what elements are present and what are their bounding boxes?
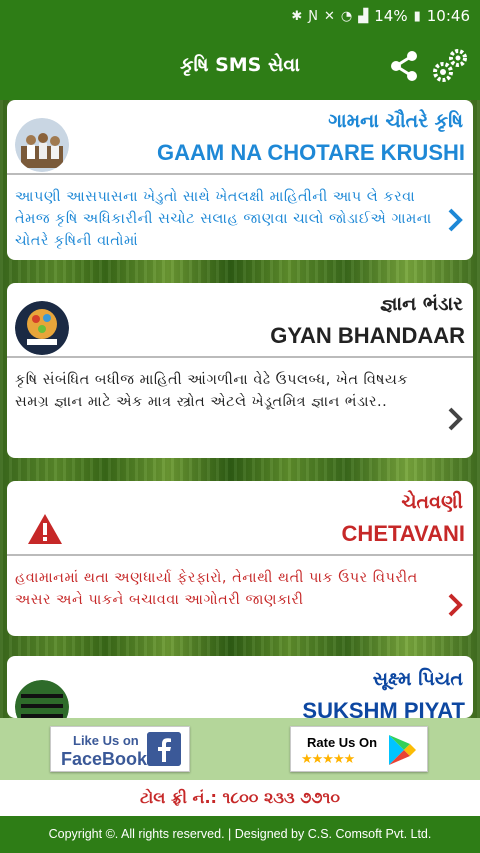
mute-icon: ✕ [324,8,335,24]
battery-icon: ▮ [413,8,421,24]
rate-button-line1: Rate Us On [307,735,378,750]
toll-free-number[interactable]: ટોલ ફ્રી નં.: ૧૮૦૦ ૨૩૩ ૭૭૧૦ [0,780,480,816]
bottom-action-bar: Like Us on FaceBook Rate Us On ★★★★★ [0,718,480,780]
card-title-english: GAAM NA CHOTARE KRUSHI [157,140,465,165]
like-facebook-button[interactable]: Like Us on FaceBook [50,726,190,772]
facebook-icon [147,732,181,766]
rate-us-button[interactable]: Rate Us On ★★★★★ [290,726,428,772]
chevron-right-icon[interactable] [445,206,465,234]
card-description: કૃષિ સંબંધિત બધીજ માહિતી આંગળીના વેઢે ઉપ… [15,372,409,410]
copyright-footer: Copyright ©. All rights reserved. | Desi… [0,816,480,853]
card-gaam-na-chotare-krushi[interactable]: ગામના ચૌતરે કૃષિ GAAM NA CHOTARE KRUSHI … [7,100,473,260]
facebook-button-line2: FaceBook [61,749,148,769]
card-title-english: GYAN BHANDAAR [270,323,465,348]
share-icon[interactable] [388,50,420,82]
status-bar: ✱ Ɲ ✕ ◔ ▟ 14% ▮ 10:46 [0,0,480,32]
card-header: ગામના ચૌતરે કૃષિ GAAM NA CHOTARE KRUSHI [7,100,473,175]
play-store-icon [389,735,416,765]
battery-level: 14% [374,7,408,25]
card-title-english: CHETAVANI [341,521,465,546]
chevron-right-icon[interactable] [445,591,465,619]
card-chetavani[interactable]: ચેતવણી CHETAVANI હવામાનમાં થતા અણધાર્યા … [7,481,473,636]
card-header: જ્ઞાન ભંડાર GYAN BHANDAAR [7,283,473,358]
card-sukshm-piyat[interactable]: સૂક્ષ્મ પિયત SUKSHM PIYAT [7,656,473,718]
card-description: આપણી આસપાસના ખેડુતો સાથે ખેતલક્ષી માહિતી… [15,189,432,249]
card-title-gujarati: સૂક્ષ્મ પિયત [372,668,463,690]
facebook-button-line1: Like Us on [73,733,139,748]
farmers-group-avatar [15,118,69,172]
gear-icon[interactable] [432,48,468,84]
chevron-right-icon[interactable] [445,405,465,433]
card-gyan-bhandaar[interactable]: જ્ઞાન ભંડાર GYAN BHANDAAR કૃષિ સંબંધિત બ… [7,283,473,458]
irrigation-avatar [15,680,69,718]
card-description: હવામાનમાં થતા અણધાર્યા ફેરફારો, તેનાથી થ… [15,570,418,608]
warning-icon [28,514,62,544]
nfc-icon: Ɲ [308,8,319,24]
card-title-gujarati: ગામના ચૌતરે કૃષિ [328,110,463,132]
card-title-gujarati: ચેતવણી [401,491,463,513]
star-rating-icon: ★★★★★ [301,751,355,766]
signal-icon: ▟ [358,8,369,24]
app-bar: કૃષિ SMS સેવા [0,32,480,100]
card-header: ચેતવણી CHETAVANI [7,481,473,556]
clock: 10:46 [426,7,470,25]
card-title-english: SUKSHM PIYAT [302,698,465,718]
wifi-icon: ◔ [340,8,353,24]
bluetooth-icon: ✱ [291,8,303,24]
card-title-gujarati: જ્ઞાન ભંડાર [380,293,463,315]
knowledge-bulb-avatar [15,301,69,355]
card-header: સૂક્ષ્મ પિયત SUKSHM PIYAT [7,656,473,718]
